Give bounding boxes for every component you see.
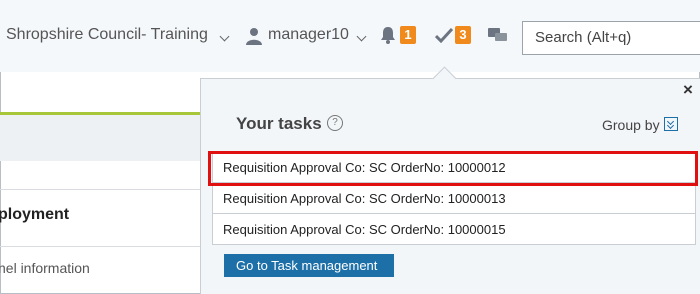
user-icon [246,28,262,45]
bell-icon[interactable] [380,26,396,44]
selection-highlight [208,151,698,186]
page-section-band [0,115,210,161]
chat-icon[interactable] [488,28,508,44]
section-heading: ployment [0,206,70,223]
chevron-down-icon[interactable] [356,31,367,42]
go-to-task-management-button[interactable]: Go to Task management [224,254,394,277]
checkmark-icon[interactable] [435,27,453,43]
chevron-down-icon[interactable] [219,31,230,42]
org-switcher[interactable]: Shropshire Council- Training [6,26,208,44]
top-bar: Shropshire Council- Training manager10 1… [0,0,700,72]
task-badge: 3 [455,26,471,44]
user-menu[interactable]: manager10 [268,26,349,44]
help-icon[interactable]: ? [327,115,343,131]
divider [0,189,210,190]
task-item[interactable]: Requisition Approval Co: SC OrderNo: 100… [213,214,695,245]
group-by-icon[interactable] [664,117,678,131]
task-label: Requisition Approval Co: SC OrderNo: 100… [223,222,506,237]
go-button-label: Go to Task management [236,258,378,273]
search-placeholder: Search (Alt+q) [535,29,632,46]
task-item[interactable]: Requisition Approval Co: SC OrderNo: 100… [213,183,695,214]
group-by-label[interactable]: Group by [602,117,660,133]
section-link[interactable]: nel information [0,260,90,276]
notification-badge: 1 [400,26,416,44]
panel-title: Your tasks [236,114,322,133]
task-label: Requisition Approval Co: SC OrderNo: 100… [223,191,506,206]
divider [0,246,210,247]
close-icon[interactable]: × [683,80,693,100]
search-input[interactable]: Search (Alt+q) [522,21,700,55]
